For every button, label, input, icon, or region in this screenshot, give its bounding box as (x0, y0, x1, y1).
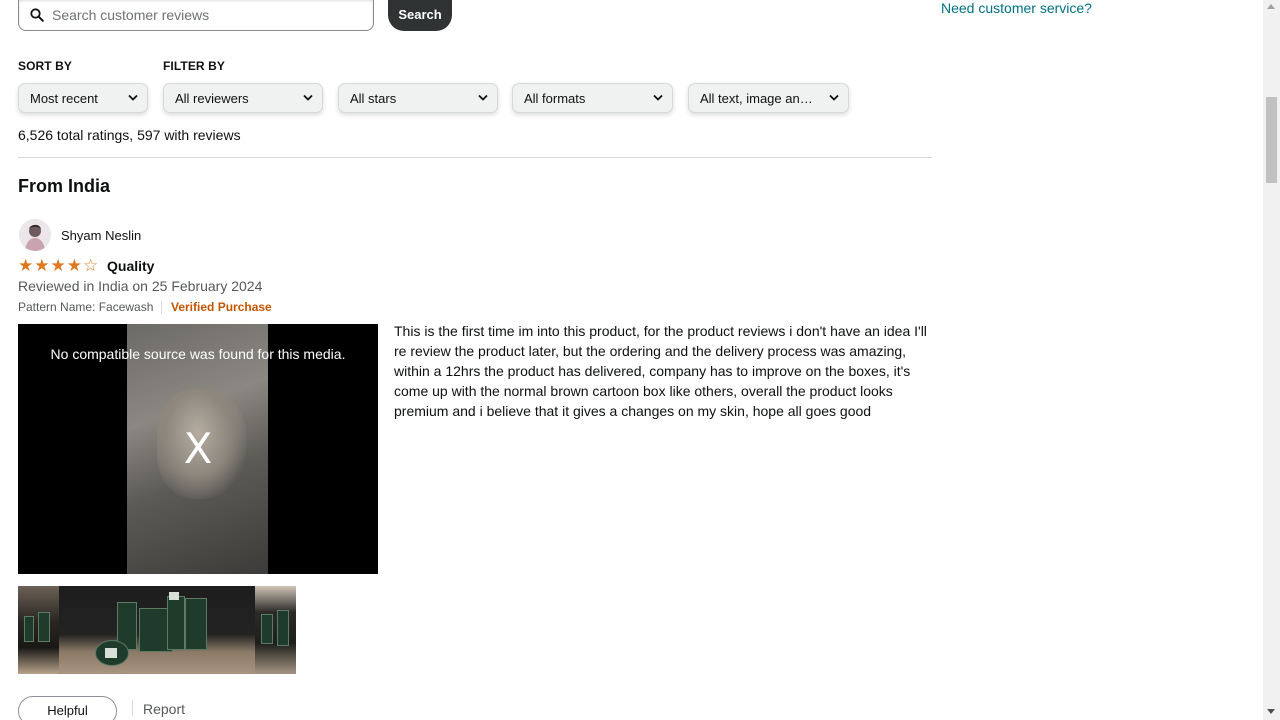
sort-dropdown[interactable]: Most recent (18, 83, 148, 113)
search-button[interactable]: Search (388, 0, 452, 31)
review-title[interactable]: Quality (107, 258, 154, 274)
star-filled-icon: ★ (66, 256, 82, 275)
search-icon (30, 8, 44, 22)
ratings-summary: 6,526 total ratings, 597 with reviews (18, 127, 241, 143)
review-search-box[interactable] (18, 0, 374, 31)
review-image-thumbnail[interactable] (255, 586, 296, 674)
page-scrollbar[interactable] (1263, 0, 1280, 720)
pattern-name[interactable]: Pattern Name: Facewash (18, 300, 153, 314)
chevron-down-icon (303, 94, 313, 101)
divider (132, 700, 133, 716)
review-image-strip (18, 586, 296, 674)
scrollbar-thumb[interactable] (1266, 97, 1277, 183)
review-image-thumbnail[interactable] (59, 586, 255, 674)
filter-by-label: FILTER BY (163, 59, 226, 73)
star-filled-icon: ★ (18, 256, 34, 275)
scroll-up-arrow-icon[interactable] (1267, 4, 1275, 9)
star-filter-dropdown[interactable]: All stars (338, 83, 498, 113)
media-filter-dropdown[interactable]: All text, image an… (688, 83, 849, 113)
review-image-thumbnail[interactable] (18, 586, 59, 674)
avatar[interactable] (19, 219, 51, 251)
review-date: Reviewed in India on 25 February 2024 (18, 278, 263, 294)
format-filter-dropdown[interactable]: All formats (512, 83, 673, 113)
scroll-down-arrow-icon[interactable] (1267, 709, 1275, 714)
review-video-player[interactable]: No compatible source was found for this … (18, 324, 378, 574)
divider (18, 157, 932, 158)
review-body: This is the first time im into this prod… (394, 323, 927, 419)
video-close-icon[interactable]: X (18, 424, 378, 473)
star-filled-icon: ★ (50, 256, 66, 275)
reviewer-filter-value: All reviewers (175, 90, 249, 106)
format-filter-value: All formats (524, 90, 586, 106)
helpful-button[interactable]: Helpful (18, 696, 117, 720)
reviewer-name[interactable]: Shyam Neslin (61, 228, 141, 243)
video-error-message: No compatible source was found for this … (50, 346, 346, 362)
chevron-down-icon (653, 94, 663, 101)
chevron-down-icon (478, 94, 488, 101)
star-filled-icon: ★ (34, 256, 50, 275)
star-rating[interactable]: ★ ★ ★ ★ ☆ (18, 257, 98, 274)
sort-dropdown-value: Most recent (30, 90, 98, 106)
section-title: From India (18, 176, 111, 196)
report-link[interactable]: Report (143, 701, 185, 717)
chevron-down-icon (829, 94, 839, 101)
reviewer-filter-dropdown[interactable]: All reviewers (163, 83, 323, 113)
chevron-down-icon (128, 94, 138, 101)
customer-service-link[interactable]: Need customer service? (941, 0, 1092, 16)
search-input[interactable] (52, 7, 352, 23)
divider (161, 301, 162, 314)
star-empty-icon: ☆ (83, 256, 99, 275)
verified-purchase-badge: Verified Purchase (171, 300, 272, 314)
sort-by-label: SORT BY (18, 59, 73, 73)
media-filter-value: All text, image an… (700, 90, 813, 106)
star-filter-value: All stars (350, 90, 397, 106)
